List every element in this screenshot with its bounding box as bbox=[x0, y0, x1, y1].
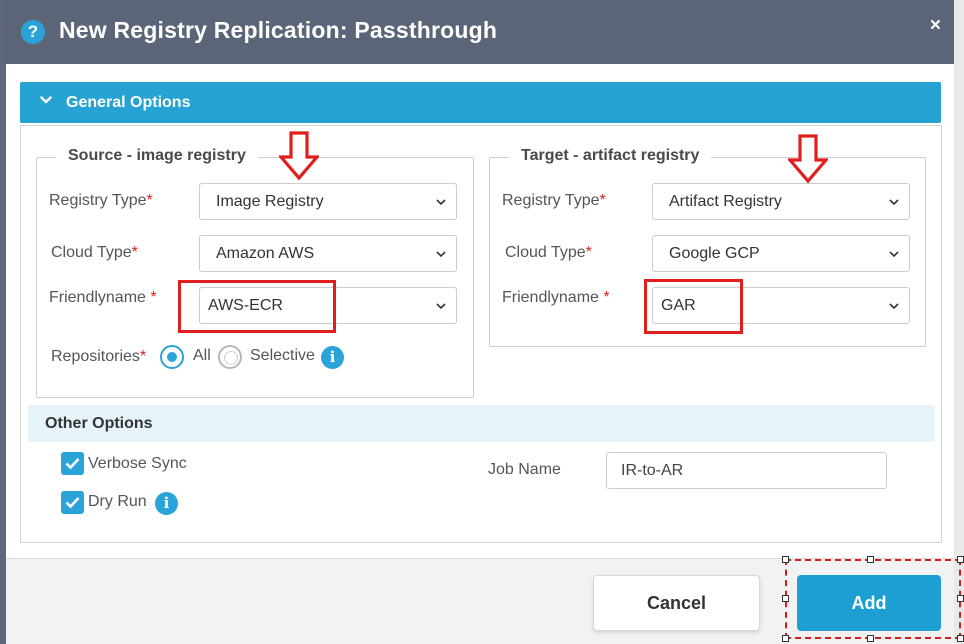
verbose-sync-checkbox[interactable] bbox=[61, 452, 84, 475]
resize-handle bbox=[957, 635, 964, 642]
resize-handle bbox=[782, 635, 789, 642]
other-options-header: Other Options bbox=[28, 405, 935, 442]
dialog-title: New Registry Replication: Passthrough bbox=[59, 17, 498, 43]
check-icon bbox=[65, 497, 80, 509]
other-options-title: Other Options bbox=[45, 415, 153, 432]
resize-handle bbox=[782, 556, 789, 563]
job-name-input[interactable]: IR-to-AR bbox=[606, 452, 887, 489]
resize-handle bbox=[957, 556, 964, 563]
add-button-highlight bbox=[782, 556, 964, 642]
repositories-all-radio[interactable] bbox=[160, 345, 184, 369]
dry-run-checkbox[interactable] bbox=[61, 491, 84, 514]
check-icon bbox=[65, 458, 80, 470]
repositories-label: Repositories* bbox=[51, 348, 147, 365]
dialog-body: General Options Source - image registry … bbox=[6, 64, 954, 558]
repositories-selective-label[interactable]: Selective bbox=[250, 347, 315, 365]
background-window-edge-right bbox=[954, 0, 964, 644]
chevron-down-icon bbox=[889, 251, 899, 258]
source-registry-type-label: Registry Type* bbox=[49, 192, 153, 209]
chevron-down-icon bbox=[436, 303, 446, 310]
target-registry-type-label: Registry Type* bbox=[502, 192, 606, 209]
repositories-all-label[interactable]: All bbox=[193, 347, 211, 365]
target-friendlyname-highlight bbox=[644, 279, 743, 334]
repositories-selective-radio[interactable] bbox=[218, 345, 242, 369]
source-cloud-type-label: Cloud Type* bbox=[51, 244, 138, 261]
target-cloud-type-label: Cloud Type* bbox=[505, 244, 592, 261]
source-group-title: Source - image registry bbox=[56, 147, 258, 165]
info-icon[interactable]: i bbox=[155, 492, 178, 515]
dry-run-label[interactable]: Dry Run bbox=[88, 493, 147, 511]
help-icon[interactable]: ? bbox=[21, 20, 45, 44]
target-cloud-type-select[interactable]: Google GCP bbox=[652, 235, 910, 272]
resize-handle bbox=[867, 556, 874, 563]
resize-handle bbox=[867, 635, 874, 642]
general-options-panel: Source - image registry Registry Type* I… bbox=[20, 125, 942, 543]
cancel-button[interactable]: Cancel bbox=[593, 575, 760, 631]
dialog-titlebar: ? New Registry Replication: Passthrough … bbox=[6, 0, 954, 64]
general-options-header[interactable]: General Options bbox=[20, 82, 941, 123]
resize-handle bbox=[957, 595, 964, 602]
close-icon[interactable]: × bbox=[930, 15, 941, 37]
resize-handle bbox=[782, 595, 789, 602]
verbose-sync-label[interactable]: Verbose Sync bbox=[88, 455, 187, 473]
target-registry-type-select[interactable]: Artifact Registry bbox=[652, 183, 910, 220]
source-friendlyname-highlight bbox=[178, 280, 336, 333]
job-name-label: Job Name bbox=[488, 461, 561, 478]
chevron-down-icon bbox=[889, 303, 899, 310]
general-options-title: General Options bbox=[66, 94, 191, 111]
target-friendlyname-label: Friendlyname * bbox=[502, 289, 610, 306]
source-friendlyname-label: Friendlyname * bbox=[49, 289, 157, 306]
down-arrow-icon bbox=[279, 131, 319, 181]
info-icon[interactable]: i bbox=[321, 346, 344, 369]
source-registry-type-select[interactable]: Image Registry bbox=[199, 183, 457, 220]
target-group-title: Target - artifact registry bbox=[509, 147, 712, 165]
chevron-down-icon bbox=[436, 199, 446, 206]
source-cloud-type-select[interactable]: Amazon AWS bbox=[199, 235, 457, 272]
down-arrow-icon bbox=[788, 134, 828, 184]
chevron-down-icon bbox=[436, 251, 446, 258]
chevron-down-icon bbox=[889, 199, 899, 206]
replication-dialog: ? New Registry Replication: Passthrough … bbox=[6, 0, 964, 644]
chevron-down-icon bbox=[40, 96, 52, 104]
